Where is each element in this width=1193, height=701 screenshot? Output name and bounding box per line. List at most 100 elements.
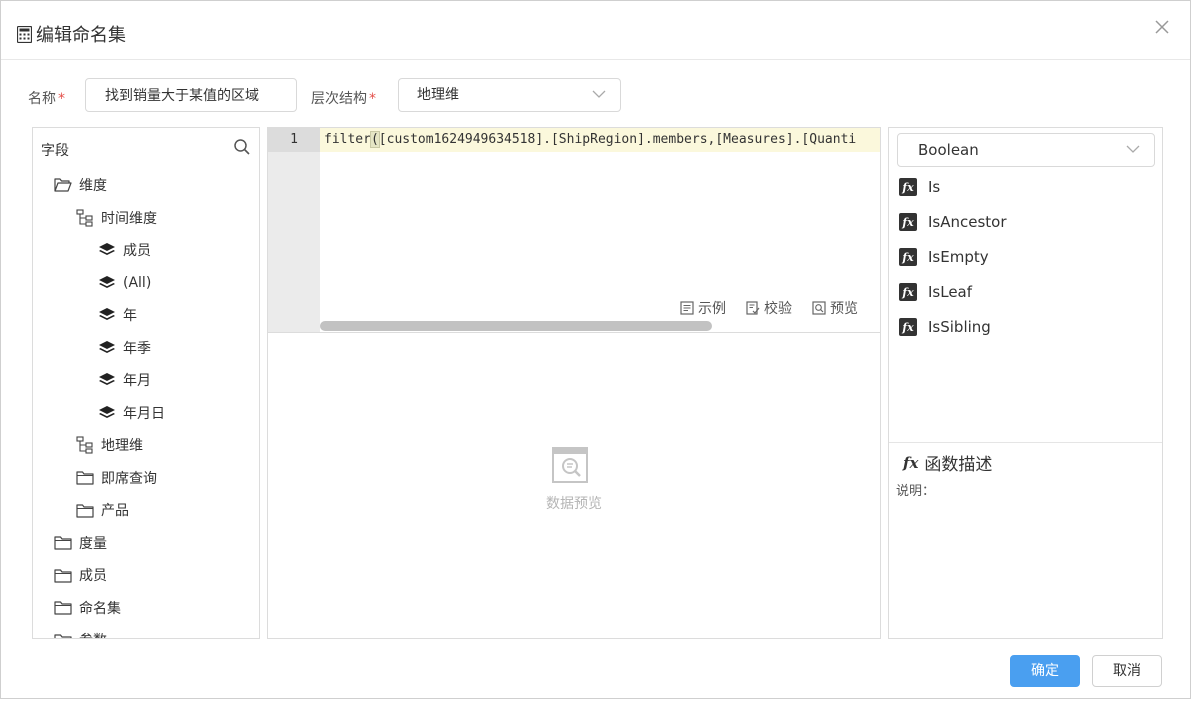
layers-icon [97,339,117,357]
tree-item-label: 维度 [79,178,107,194]
function-item[interactable]: fx Is [899,176,940,198]
tree-item[interactable]: 参数 [53,629,107,638]
calculator-icon [17,25,32,43]
cancel-button[interactable]: 取消 [1092,655,1162,687]
function-description-label: 说明： [896,484,936,499]
tree-item[interactable]: 维度 [53,174,107,196]
tree-item-label: 命名集 [79,600,121,617]
data-preview-icon [552,447,588,483]
validate-icon [746,301,760,315]
tree-item[interactable]: 成员 [97,239,151,261]
function-name: IsSibling [928,318,991,336]
tree-item[interactable]: 时间维度 [75,207,157,229]
tree-item-label: 产品 [101,503,129,519]
tree-item-label: 年月 [123,373,151,389]
hierarchy-select-value: 地理维 [417,87,459,103]
hierarchy-select[interactable]: 地理维 [398,78,621,112]
layers-icon [97,371,117,389]
layers-icon [97,404,117,422]
tree-item[interactable]: 命名集 [53,597,121,619]
hierarchy-icon [75,208,95,227]
preview-icon [812,301,826,315]
fields-panel: 字段 维度 时间维度 成员 (All) 年年季 年月 年月日 地理维 即席查询 产品 度量 成员 命名集… [32,127,260,639]
tree-item[interactable]: 年 [97,304,137,326]
hierarchy-icon [75,436,95,454]
function-item[interactable]: fx IsAncestor [899,211,1007,233]
hierarchy-label: 层次结构 * [311,91,376,107]
editor-gutter [268,128,320,332]
tree-item[interactable]: 成员 [53,564,107,586]
tree-item-label: 度量 [79,535,107,552]
dialog-titlebar: 编辑命名集 [1,1,1190,60]
tree-item[interactable]: 年月 [97,369,151,391]
function-item[interactable]: fx IsSibling [899,316,991,338]
folder-open-icon [53,176,73,194]
tree-item[interactable]: 度量 [53,532,107,554]
function-name: IsLeaf [928,283,973,301]
folder-icon [53,631,73,638]
tree-item-label: 年季 [123,340,151,357]
line-number: 1 [268,128,320,152]
data-preview-area: 数据预览 [267,332,881,639]
function-description-title: fx 函数描述 [903,453,993,476]
function-icon: fx [899,283,917,301]
function-icon: fx [899,318,917,336]
code-line[interactable]: filter([custom1624949634518].[ShipRegion… [320,128,880,152]
function-name: Is [928,178,941,196]
function-icon: fx [899,213,917,231]
tree-item-label: 年月日 [123,405,165,422]
function-icon: fx [899,248,917,266]
tree-item[interactable]: (All) [97,272,151,294]
description-divider [889,442,1162,443]
function-category-select[interactable]: Boolean [897,133,1155,167]
tree-item-label: 参数 [79,630,107,638]
validate-button[interactable]: 校验 [746,298,792,318]
function-category-value: Boolean [918,141,979,159]
tree-item-label: 成员 [123,243,151,259]
chevron-down-icon [1126,145,1140,153]
data-preview-text: 数据预览 [546,496,602,512]
document-icon [680,301,694,315]
tree-item-label: (All) [123,274,152,291]
tree-item-label: 即席查询 [101,470,157,487]
fields-header: 字段 [41,143,69,159]
editor-toolbar: 示例 校验 预览 [680,298,858,318]
name-input[interactable] [85,78,297,112]
folder-icon [75,501,95,519]
preview-button[interactable]: 预览 [812,298,858,318]
tree-item-label: 年 [123,308,137,324]
tree-item[interactable]: 年月日 [97,402,165,424]
tree-item[interactable]: 年季 [97,337,151,359]
function-item[interactable]: fx IsEmpty [899,246,989,268]
dialog-title-text: 编辑命名集 [36,25,126,46]
tree-item-label: 时间维度 [101,210,157,227]
function-name: IsAncestor [928,213,1007,231]
code-editor[interactable]: 1 filter([custom1624949634518].[ShipRegi… [267,127,881,332]
function-icon: fx [899,178,917,196]
tree-item[interactable]: 产品 [75,499,129,521]
form-row: 名称* 层次结构* 地理维 [1,78,1190,114]
tree-item[interactable]: 地理维 [75,434,143,456]
close-icon[interactable] [1152,17,1172,37]
layers-icon [97,306,117,324]
tree-item-label: 地理维 [101,438,143,454]
horizontal-scrollbar[interactable] [320,321,712,331]
folder-icon [53,566,73,584]
layers-icon [97,274,117,292]
tree-item-label: 成员 [79,568,107,584]
dialog-title: 编辑命名集 [17,21,126,47]
folder-icon [53,599,73,617]
function-item[interactable]: fx IsLeaf [899,281,972,303]
function-name: IsEmpty [928,248,989,266]
name-label: 名称 * [28,91,65,107]
edit-named-set-dialog: 编辑命名集 名称* 层次结构* 地理维 字段 维度时间维度成员 (All) 年年季年… [0,0,1191,699]
chevron-down-icon [592,90,606,98]
search-icon[interactable] [233,138,251,156]
confirm-button[interactable]: 确定 [1010,655,1080,687]
example-button[interactable]: 示例 [680,298,726,318]
layers-icon [97,241,117,259]
folder-icon [53,534,73,552]
fx-icon: fx [903,453,919,472]
tree-item[interactable]: 即席查询 [75,467,157,489]
functions-panel: Boolean fx Is fx IsAncestor fx IsEmpty fx IsLea… [888,127,1163,639]
